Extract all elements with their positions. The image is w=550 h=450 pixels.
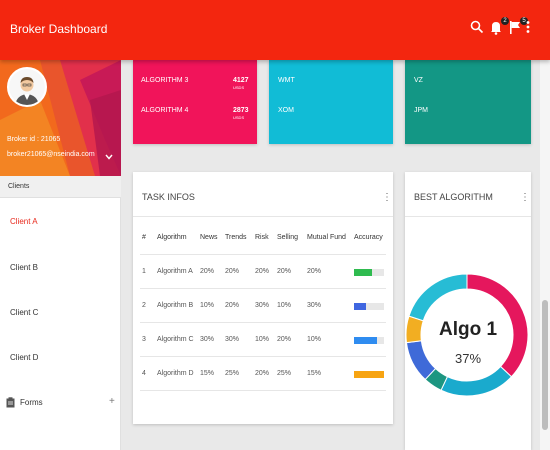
clients-header: Clients — [0, 176, 121, 198]
best-algorithm-card: BEST ALGORITHM ⋮ Algo 1 37% — [405, 172, 531, 450]
app-title: Broker Dashboard — [10, 22, 108, 36]
profile-panel: Broker id : 21065 broker21065@nseindia.c… — [0, 60, 121, 176]
mutual-fund-cell: 15% — [307, 370, 322, 377]
sidebar-item-forms[interactable]: Forms + — [6, 396, 118, 410]
accuracy-bar — [354, 371, 384, 378]
task-infos-card: TASK INFOS ⋮ # Algorithm News Trends Ris… — [133, 172, 393, 424]
trends-cell: 25% — [225, 370, 240, 377]
app-header: Broker Dashboard 2 5 — [0, 0, 550, 60]
row-number: 3 — [142, 336, 146, 343]
risk-cell: 20% — [255, 370, 270, 377]
row-divider — [140, 390, 386, 391]
column-header: Trends — [225, 234, 247, 241]
risk-cell: 10% — [255, 336, 270, 343]
column-header: Algorithm — [157, 234, 187, 241]
sidebar-item-client-d[interactable]: Client D — [10, 353, 38, 362]
column-header: Risk — [255, 234, 269, 241]
accuracy-bar — [354, 269, 384, 276]
sidebar-item-client-b[interactable]: Client B — [10, 263, 38, 272]
algorithm-name: ALGORITHM 3 — [141, 77, 189, 84]
column-header: # — [142, 234, 146, 241]
trends-cell: 20% — [225, 302, 240, 309]
algorithm-cell: Algorithm B — [157, 302, 194, 309]
stock-symbol: VZ — [414, 77, 423, 84]
algorithm-name: ALGORITHM 4 — [141, 107, 189, 114]
row-number: 4 — [142, 370, 146, 377]
accuracy-bar-fill — [354, 371, 384, 378]
more-vert-icon[interactable]: ⋮ — [382, 192, 392, 203]
donut-segment-2 — [440, 365, 513, 397]
more-vert-icon[interactable] — [526, 20, 532, 40]
news-cell: 30% — [200, 336, 215, 343]
sidebar-item-client-a[interactable]: Client A — [10, 217, 38, 226]
divider — [133, 216, 393, 217]
accuracy-bar-fill — [354, 269, 372, 276]
trends-cell: 20% — [225, 268, 240, 275]
best-algorithm-name: Algo 1 — [438, 319, 498, 340]
mutual-fund-cell: 20% — [307, 268, 322, 275]
stock-symbol: XOM — [278, 107, 294, 114]
notifications-icon[interactable]: 2 — [489, 17, 509, 40]
algorithms-card: ALGORITHM 3 4127 USDS ALGORITHM 4 2873 U… — [133, 60, 257, 144]
stocks-card-cyan: WMT XOM — [269, 60, 393, 144]
sidebar: Broker id : 21065 broker21065@nseindia.c… — [0, 60, 121, 450]
mutual-fund-cell: 30% — [307, 302, 322, 309]
stock-symbol: JPM — [414, 107, 428, 114]
accuracy-bar — [354, 337, 384, 344]
accuracy-bar-fill — [354, 303, 366, 310]
column-header: News — [200, 234, 218, 241]
algorithm-count: 4127 USDS — [233, 77, 249, 90]
algorithm-cell: Algorithm C — [157, 336, 194, 343]
row-divider — [140, 322, 386, 323]
column-header: Mutual Fund — [307, 234, 346, 241]
best-algorithm-value: 37% — [454, 351, 482, 366]
task-infos-title: TASK INFOS — [142, 192, 195, 202]
selling-cell: 20% — [277, 268, 292, 275]
row-divider — [140, 254, 386, 255]
broker-id: Broker id : 21065 — [7, 136, 61, 143]
flag-icon[interactable]: 5 — [508, 17, 528, 40]
row-divider — [140, 356, 386, 357]
algorithm-count: 2873 USDS — [233, 107, 249, 120]
stock-symbol: WMT — [278, 77, 295, 84]
add-form-icon[interactable]: + — [109, 396, 115, 407]
chevron-down-icon[interactable] — [105, 152, 113, 163]
row-divider — [140, 288, 386, 289]
accuracy-bar-fill — [354, 337, 377, 344]
algorithm-unit: USDS — [233, 85, 245, 90]
selling-cell: 25% — [277, 370, 292, 377]
accuracy-bar — [354, 303, 384, 310]
row-number: 2 — [142, 302, 146, 309]
selling-cell: 10% — [277, 302, 292, 309]
algorithm-unit: USDS — [233, 115, 245, 120]
avatar[interactable] — [7, 67, 47, 107]
risk-cell: 30% — [255, 302, 270, 309]
broker-email: broker21065@nseindia.com — [7, 151, 95, 158]
more-vert-icon[interactable]: ⋮ — [520, 192, 530, 203]
news-cell: 15% — [200, 370, 215, 377]
mutual-fund-cell: 10% — [307, 336, 322, 343]
sidebar-item-client-c[interactable]: Client C — [10, 308, 38, 317]
algorithm-cell: Algorithm D — [157, 370, 194, 377]
stocks-card-teal: VZ JPM — [405, 60, 531, 144]
best-algorithm-title: BEST ALGORITHM — [414, 192, 493, 202]
selling-cell: 20% — [277, 336, 292, 343]
news-cell: 20% — [200, 268, 215, 275]
scrollbar-thumb[interactable] — [542, 300, 548, 430]
column-header: Selling — [277, 234, 299, 241]
forms-icon — [6, 397, 15, 410]
risk-cell: 20% — [255, 268, 270, 275]
donut-segment-6 — [408, 273, 468, 322]
forms-label: Forms — [20, 398, 43, 407]
row-number: 1 — [142, 268, 146, 275]
news-cell: 10% — [200, 302, 215, 309]
trends-cell: 30% — [225, 336, 240, 343]
column-header: Accuracy — [354, 234, 383, 241]
search-icon[interactable] — [470, 20, 488, 40]
algorithm-cell: Algorithm A — [157, 268, 193, 275]
